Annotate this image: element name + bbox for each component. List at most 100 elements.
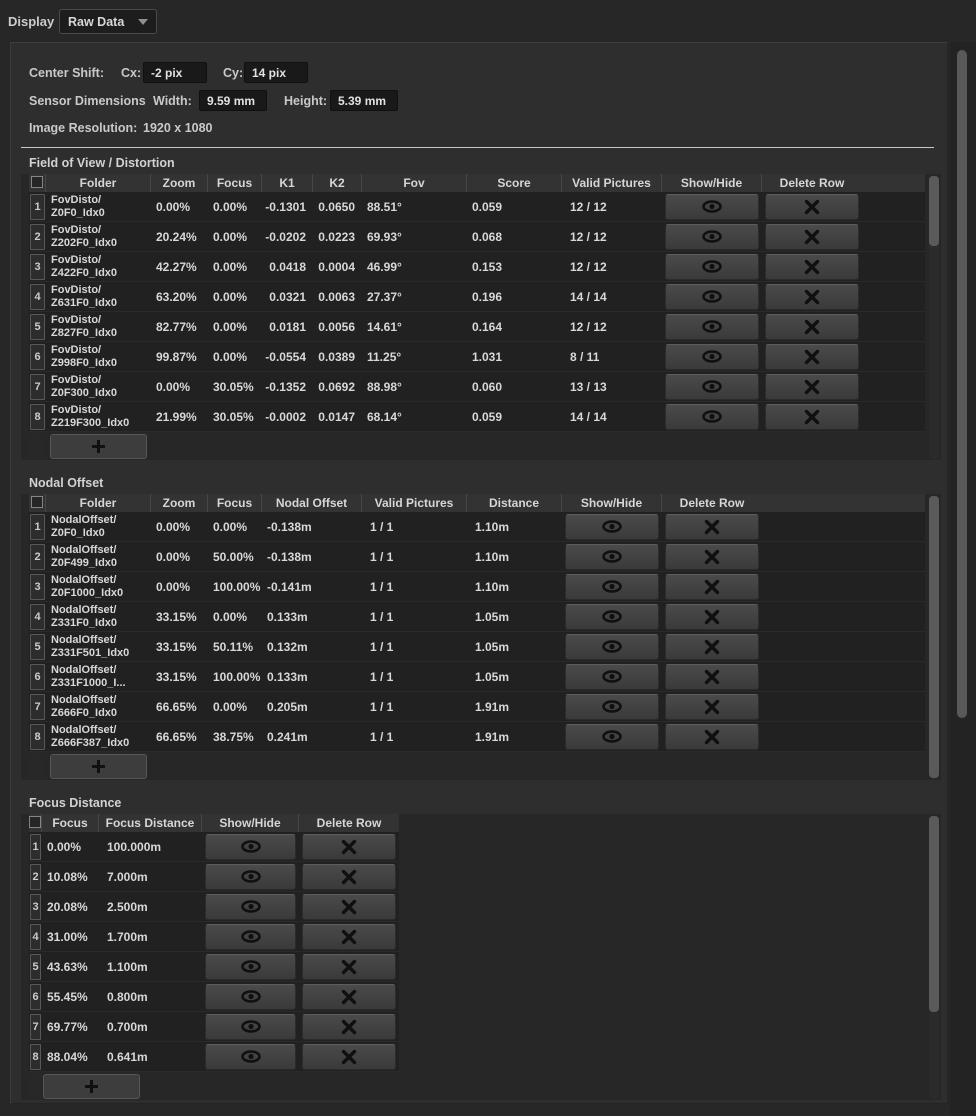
cell-distance: 1.05m <box>467 640 562 654</box>
cy-input[interactable] <box>244 62 308 83</box>
show-hide-button[interactable] <box>665 374 759 400</box>
row-number[interactable]: 5 <box>30 954 41 980</box>
delete-row-button[interactable] <box>302 894 396 920</box>
show-hide-button[interactable] <box>665 284 759 310</box>
delete-row-button[interactable] <box>665 514 759 540</box>
focus-scrollbar[interactable] <box>929 815 939 1099</box>
row-number[interactable]: 7 <box>30 374 45 400</box>
show-hide-button[interactable] <box>205 864 296 890</box>
scrollbar-thumb[interactable] <box>929 816 939 1012</box>
show-hide-button[interactable] <box>565 664 659 690</box>
show-hide-button[interactable] <box>205 834 296 860</box>
row-number[interactable]: 2 <box>30 864 41 890</box>
scrollbar-thumb[interactable] <box>957 50 967 718</box>
delete-row-button[interactable] <box>302 924 396 950</box>
select-all-checkbox[interactable] <box>31 496 43 508</box>
show-hide-button[interactable] <box>205 924 296 950</box>
delete-row-button[interactable] <box>665 634 759 660</box>
delete-row-button[interactable] <box>765 224 859 250</box>
row-number[interactable]: 7 <box>30 1014 41 1040</box>
delete-row-button[interactable] <box>665 604 759 630</box>
delete-row-button[interactable] <box>765 344 859 370</box>
show-hide-button[interactable] <box>665 344 759 370</box>
row-number[interactable]: 3 <box>30 894 41 920</box>
row-number[interactable]: 2 <box>30 544 45 570</box>
delete-row-button[interactable] <box>665 664 759 690</box>
row-number[interactable]: 6 <box>30 344 45 370</box>
add-row-button[interactable] <box>43 1074 140 1099</box>
row-number[interactable]: 5 <box>30 314 45 340</box>
show-hide-button[interactable] <box>665 194 759 220</box>
delete-row-button[interactable] <box>665 574 759 600</box>
nodal-scrollbar[interactable] <box>929 495 939 779</box>
row-number[interactable]: 4 <box>30 284 45 310</box>
show-hide-button[interactable] <box>665 224 759 250</box>
cell-score: 0.196 <box>467 290 562 304</box>
delete-row-button[interactable] <box>665 544 759 570</box>
delete-row-button[interactable] <box>302 864 396 890</box>
show-hide-button[interactable] <box>205 894 296 920</box>
cell-valid: 8 / 11 <box>562 350 662 364</box>
delete-row-button[interactable] <box>302 954 396 980</box>
show-hide-button[interactable] <box>565 574 659 600</box>
delete-row-button[interactable] <box>302 1014 396 1040</box>
row-number[interactable]: 5 <box>30 634 45 660</box>
row-number[interactable]: 3 <box>30 254 45 280</box>
delete-row-button[interactable] <box>665 694 759 720</box>
delete-row-button[interactable] <box>765 194 859 220</box>
show-hide-button[interactable] <box>665 254 759 280</box>
scrollbar-thumb[interactable] <box>929 176 939 246</box>
add-row-button[interactable] <box>50 434 147 459</box>
delete-row-button[interactable] <box>302 834 396 860</box>
show-hide-button[interactable] <box>205 984 296 1010</box>
row-number[interactable]: 3 <box>30 574 45 600</box>
show-hide-button[interactable] <box>205 1044 296 1070</box>
show-hide-button[interactable] <box>565 544 659 570</box>
cx-input[interactable] <box>143 62 207 83</box>
row-number[interactable]: 4 <box>30 604 45 630</box>
sensor-height-input[interactable] <box>330 90 398 111</box>
row-number[interactable]: 6 <box>30 664 45 690</box>
row-number[interactable]: 2 <box>30 224 45 250</box>
scrollbar-thumb[interactable] <box>929 496 939 778</box>
show-hide-button[interactable] <box>565 724 659 750</box>
show-hide-button[interactable] <box>205 954 296 980</box>
row-number[interactable]: 1 <box>30 514 45 540</box>
sensor-width-input[interactable] <box>199 90 267 111</box>
show-hide-button[interactable] <box>665 404 759 430</box>
fov-scrollbar[interactable] <box>929 175 939 459</box>
delete-row-button[interactable] <box>765 254 859 280</box>
delete-row-button[interactable] <box>765 374 859 400</box>
row-strip <box>29 754 44 778</box>
delete-row-button[interactable] <box>302 1044 396 1070</box>
row-number[interactable]: 8 <box>30 1044 41 1070</box>
row-number[interactable]: 1 <box>30 194 45 220</box>
delete-row-button[interactable] <box>765 284 859 310</box>
delete-row-button[interactable] <box>302 984 396 1010</box>
cell-distance: 100.000m <box>99 840 202 854</box>
page-scrollbar[interactable] <box>950 42 976 1116</box>
select-all-checkbox[interactable] <box>29 816 41 828</box>
show-hide-button[interactable] <box>565 514 659 540</box>
select-all-checkbox[interactable] <box>31 176 43 188</box>
eye-icon <box>240 870 262 883</box>
row-number[interactable]: 1 <box>30 834 41 860</box>
table-row: 655.45%0.800m <box>29 982 399 1012</box>
display-dropdown[interactable]: Raw Data <box>59 9 157 34</box>
show-hide-button[interactable] <box>665 314 759 340</box>
show-hide-button[interactable] <box>565 634 659 660</box>
row-number[interactable]: 8 <box>30 404 45 430</box>
delete-row-button[interactable] <box>665 724 759 750</box>
row-number[interactable]: 4 <box>30 924 41 950</box>
show-hide-button[interactable] <box>565 694 659 720</box>
x-icon <box>341 1049 357 1065</box>
row-number[interactable]: 6 <box>30 984 41 1010</box>
show-hide-button[interactable] <box>205 1014 296 1040</box>
row-number[interactable]: 8 <box>30 724 45 750</box>
show-hide-button[interactable] <box>565 604 659 630</box>
cell-k2: 0.0063 <box>313 290 362 304</box>
delete-row-button[interactable] <box>765 314 859 340</box>
delete-row-button[interactable] <box>765 404 859 430</box>
add-row-button[interactable] <box>50 754 147 779</box>
row-number[interactable]: 7 <box>30 694 45 720</box>
